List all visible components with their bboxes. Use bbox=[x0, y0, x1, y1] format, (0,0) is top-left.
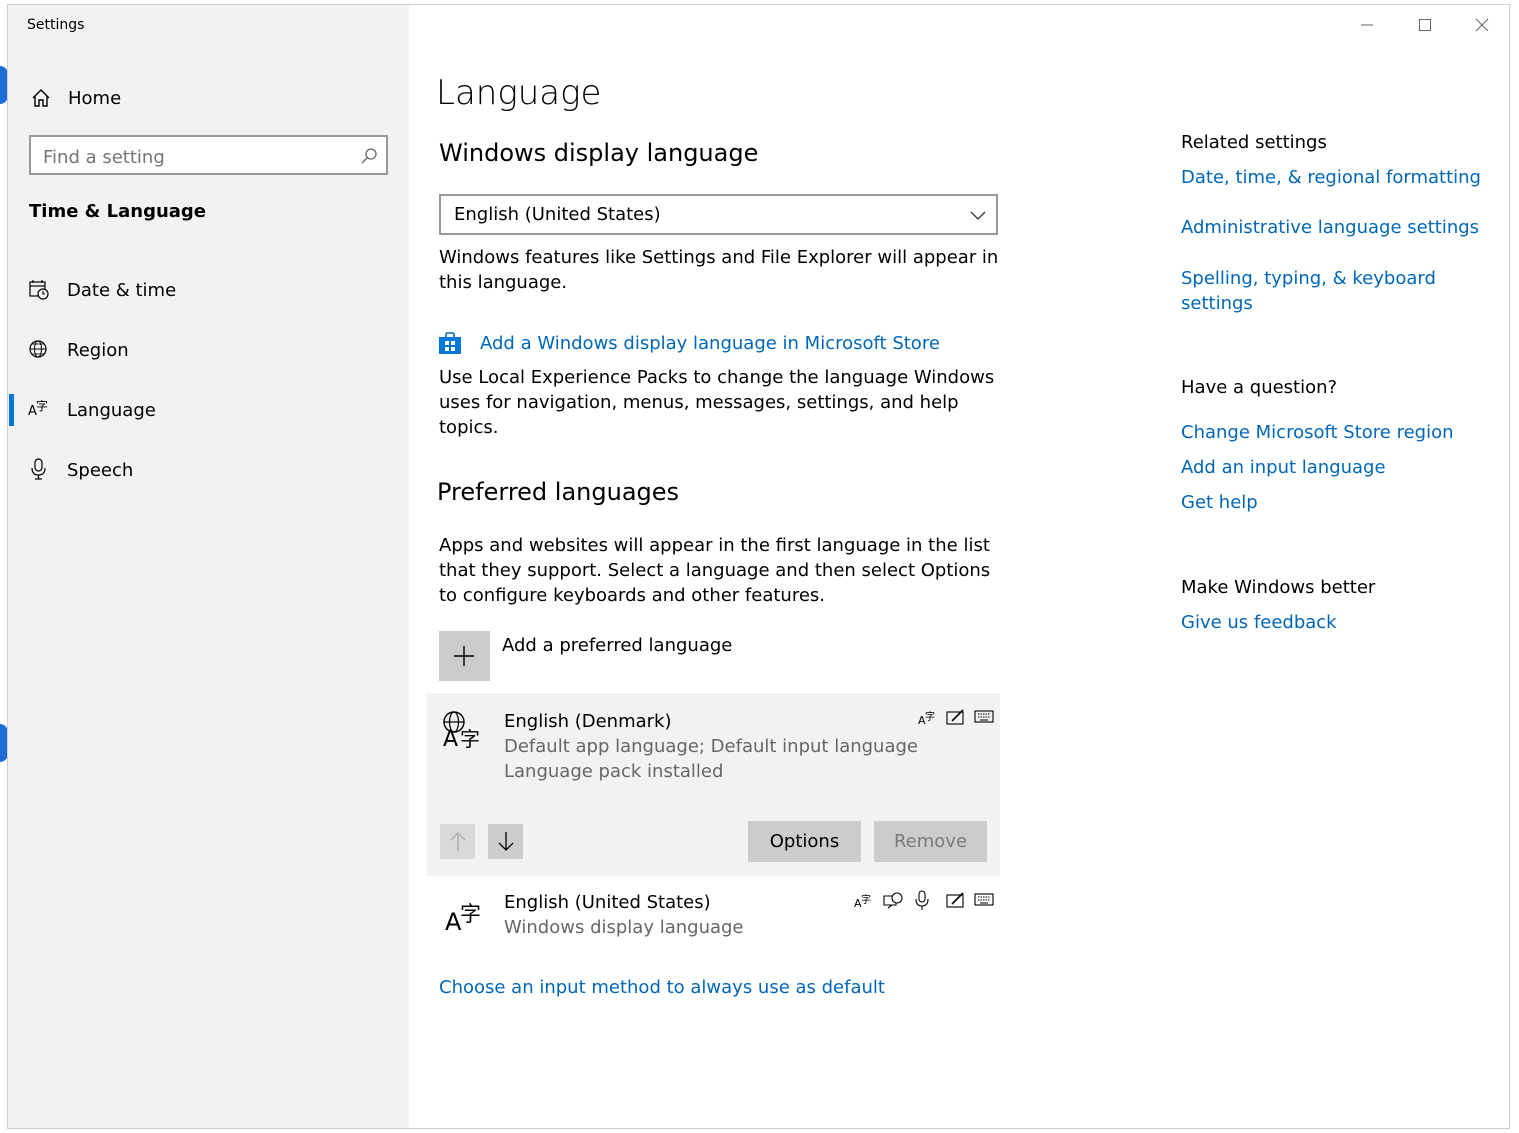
sidebar-item-date-time[interactable]: Date & time bbox=[8, 271, 409, 311]
language-item[interactable]: A 字 English (United States) Windows disp… bbox=[427, 876, 1000, 956]
minimize-button[interactable] bbox=[1352, 13, 1382, 37]
store-link-label: Add a Windows display language in Micros… bbox=[480, 333, 940, 354]
language-name: English (Denmark) bbox=[504, 711, 672, 732]
section-title: Time & Language bbox=[29, 201, 207, 222]
question-link-get-help[interactable]: Get help bbox=[1181, 492, 1258, 513]
move-up-button[interactable] bbox=[440, 824, 475, 859]
preferred-languages-heading: Preferred languages bbox=[437, 478, 680, 506]
language-status: Windows display language bbox=[504, 917, 744, 938]
display-language-dropdown[interactable]: English (United States) bbox=[439, 194, 998, 235]
related-link-date-time[interactable]: Date, time, & regional formatting bbox=[1181, 167, 1481, 188]
language-pack-icon: A 字 bbox=[441, 709, 485, 753]
handwriting-icon bbox=[946, 709, 964, 725]
home-nav[interactable]: Home bbox=[28, 83, 388, 117]
question-link-store-region[interactable]: Change Microsoft Store region bbox=[1181, 422, 1454, 443]
calendar-clock-icon bbox=[29, 280, 49, 300]
sidebar-item-label: Language bbox=[67, 400, 156, 421]
language-icon: A 字 bbox=[28, 399, 49, 419]
language-pack-status: Language pack installed bbox=[504, 761, 724, 782]
chevron-down-icon bbox=[970, 211, 986, 220]
home-icon bbox=[32, 89, 50, 107]
display-language-feature-icon: A 字 bbox=[918, 712, 935, 727]
selected-indicator bbox=[9, 394, 14, 426]
question-link-add-input[interactable]: Add an input language bbox=[1181, 457, 1386, 478]
page-title: Language bbox=[436, 73, 602, 113]
sidebar-item-label: Speech bbox=[67, 460, 134, 481]
display-language-heading: Windows display language bbox=[439, 139, 759, 167]
sidebar-item-label: Date & time bbox=[67, 280, 177, 301]
search-icon[interactable] bbox=[359, 146, 379, 166]
maximize-icon bbox=[1419, 19, 1431, 31]
plus-icon bbox=[454, 646, 474, 666]
add-language-button[interactable]: Add a preferred language bbox=[439, 631, 999, 681]
input-method-link[interactable]: Choose an input method to always use as … bbox=[439, 977, 885, 998]
sidebar: Settings Home Time & Language bbox=[8, 5, 409, 1128]
related-link-admin-language[interactable]: Administrative language settings bbox=[1181, 217, 1479, 238]
settings-window: Settings Home Time & Language bbox=[7, 4, 1510, 1129]
close-icon bbox=[1475, 18, 1489, 32]
add-language-label: Add a preferred language bbox=[502, 635, 733, 656]
language-status: Default app language; Default input lang… bbox=[504, 736, 918, 757]
keyboard-icon bbox=[974, 893, 994, 906]
speech-recognition-icon bbox=[915, 890, 929, 910]
sidebar-item-label: Region bbox=[67, 340, 129, 361]
text-to-speech-icon bbox=[883, 892, 903, 909]
keyboard-icon bbox=[974, 710, 994, 723]
arrow-down-icon bbox=[498, 832, 514, 851]
related-settings-heading: Related settings bbox=[1181, 132, 1327, 153]
search-box[interactable] bbox=[29, 135, 388, 175]
preferred-languages-description: Apps and websites will appear in the fir… bbox=[439, 535, 991, 606]
search-input[interactable] bbox=[41, 144, 345, 170]
related-link-spelling[interactable]: Spelling, typing, & keyboard settings bbox=[1181, 266, 1461, 316]
sidebar-item-language[interactable]: A 字 Language bbox=[8, 391, 409, 431]
globe-icon bbox=[29, 340, 47, 358]
move-down-button[interactable] bbox=[488, 824, 523, 859]
store-link[interactable]: Add a Windows display language in Micros… bbox=[438, 329, 1038, 359]
store-description: Use Local Experience Packs to change the… bbox=[439, 367, 995, 438]
store-bag-icon bbox=[439, 332, 461, 354]
home-label: Home bbox=[68, 88, 122, 109]
language-name: English (United States) bbox=[504, 892, 711, 913]
sidebar-item-region[interactable]: Region bbox=[8, 331, 409, 371]
language-item-expanded[interactable]: A 字 English (Denmark) Default app langua… bbox=[427, 693, 1000, 876]
remove-button[interactable]: Remove bbox=[874, 821, 987, 862]
microphone-icon bbox=[31, 458, 46, 480]
dropdown-selected: English (United States) bbox=[454, 204, 661, 225]
feedback-link[interactable]: Give us feedback bbox=[1181, 612, 1337, 633]
add-icon-tile bbox=[439, 631, 490, 681]
arrow-up-icon bbox=[450, 832, 466, 851]
options-button[interactable]: Options bbox=[748, 821, 861, 862]
language-icon: A 字 bbox=[445, 902, 481, 936]
minimize-icon bbox=[1361, 24, 1373, 26]
sidebar-item-speech[interactable]: Speech bbox=[8, 451, 409, 491]
window-title: Settings bbox=[27, 17, 85, 33]
display-language-feature-icon: A 字 bbox=[854, 895, 871, 910]
display-language-description: Windows features like Settings and File … bbox=[439, 247, 999, 293]
question-heading: Have a question? bbox=[1181, 377, 1338, 398]
maximize-button[interactable] bbox=[1410, 13, 1440, 37]
handwriting-icon bbox=[946, 892, 964, 908]
better-heading: Make Windows better bbox=[1181, 577, 1376, 598]
close-button[interactable] bbox=[1467, 13, 1497, 37]
